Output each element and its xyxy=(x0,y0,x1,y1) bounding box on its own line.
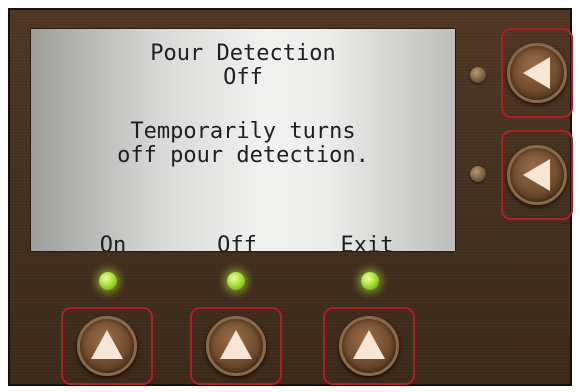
softkey-button-exit[interactable] xyxy=(323,307,415,385)
lcd-display: Pour Detection Off Temporarily turns off… xyxy=(30,28,456,257)
side-button-bottom[interactable] xyxy=(501,130,573,220)
screen-value: Off xyxy=(223,65,263,90)
softkey-button-off-knob[interactable] xyxy=(206,316,266,376)
arrow-left-icon xyxy=(523,159,550,191)
arrow-up-icon xyxy=(353,330,385,359)
control-panel: Pour Detection Off Temporarily turns off… xyxy=(8,8,573,386)
softkey-button-exit-knob[interactable] xyxy=(339,316,399,376)
side-button-top-knob[interactable] xyxy=(507,43,567,103)
softkey-label-off: Off xyxy=(217,233,257,258)
side-button-bottom-knob[interactable] xyxy=(507,145,567,205)
screen-title: Pour Detection xyxy=(150,41,336,66)
softkey-button-on-knob[interactable] xyxy=(77,316,137,376)
side-indicator-dot-bottom xyxy=(470,166,486,182)
led-indicator-off xyxy=(227,272,245,290)
side-button-top[interactable] xyxy=(501,28,573,118)
arrow-up-icon xyxy=(91,330,123,359)
arrow-left-icon xyxy=(523,57,550,89)
softkey-button-off[interactable] xyxy=(190,307,282,385)
led-indicator-on xyxy=(99,272,117,290)
description-line-2: off pour detection. xyxy=(117,143,369,168)
led-indicator-exit xyxy=(361,272,379,290)
arrow-up-icon xyxy=(220,330,252,359)
side-indicator-dot-top xyxy=(470,67,486,83)
description-line-1: Temporarily turns xyxy=(130,119,356,144)
softkey-label-on: On xyxy=(99,233,127,258)
softkey-button-on[interactable] xyxy=(61,307,153,385)
softkey-label-exit: Exit xyxy=(340,233,394,258)
